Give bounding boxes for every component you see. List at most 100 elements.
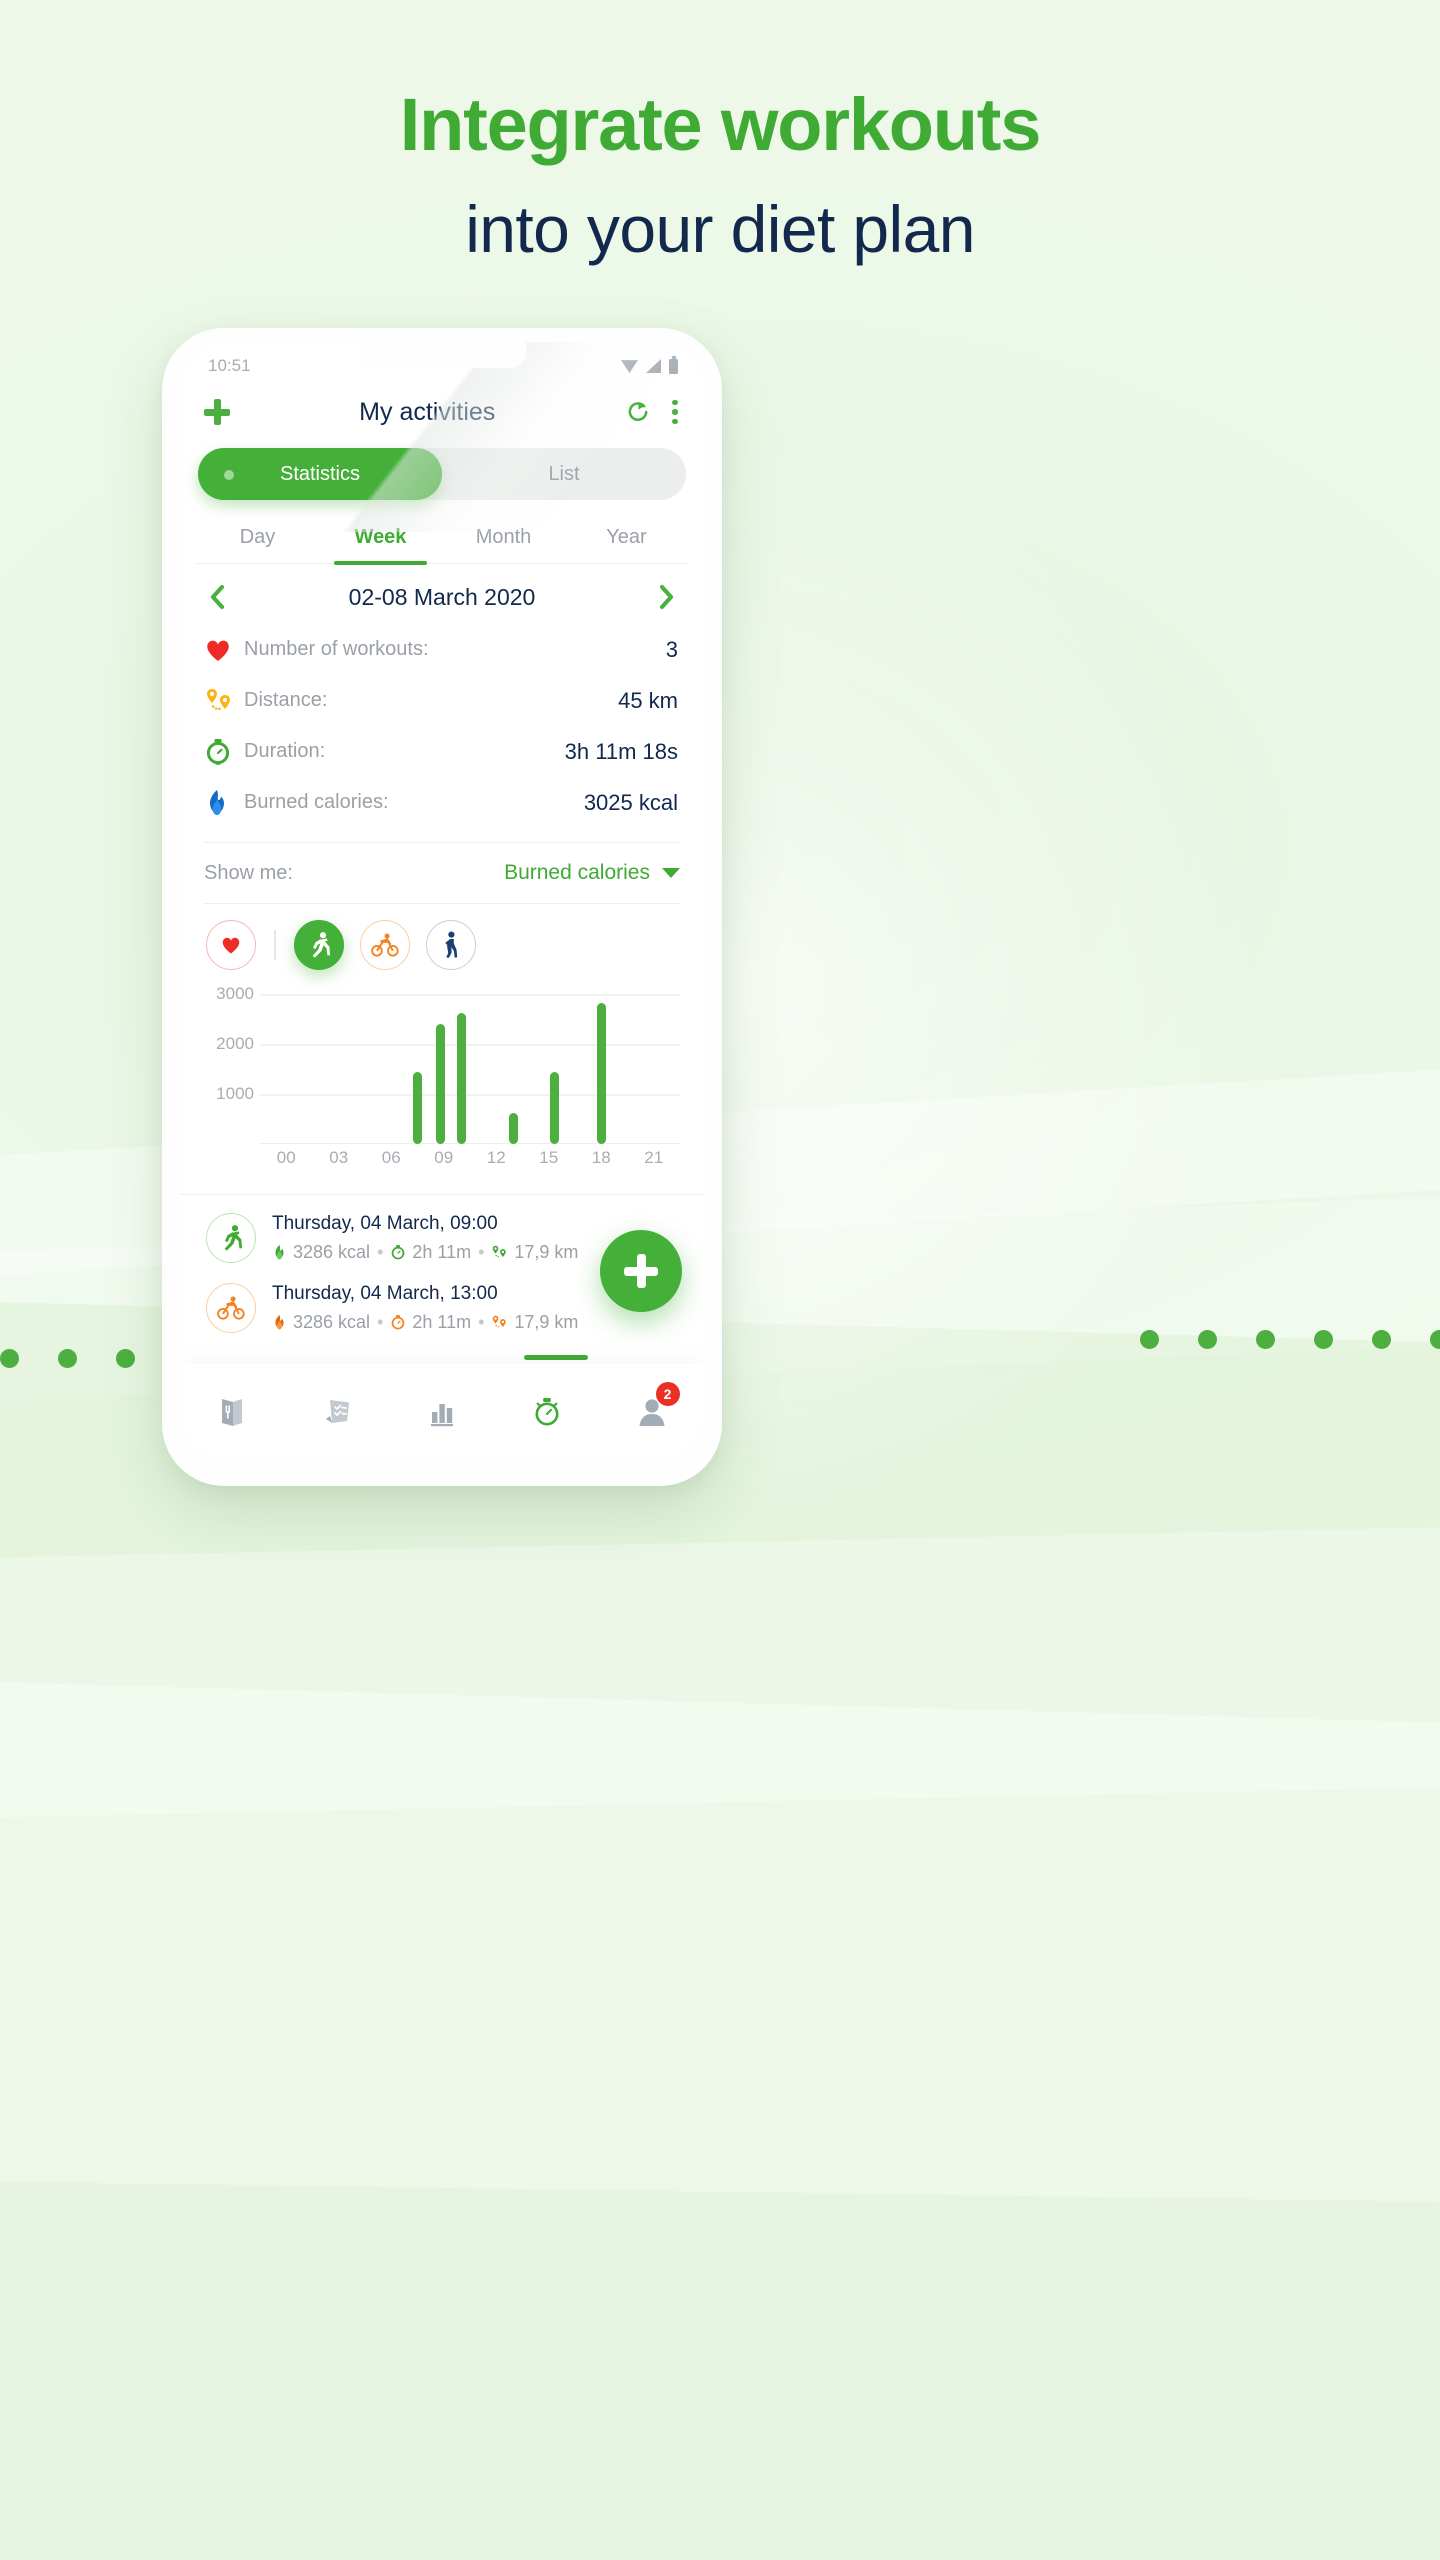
metric-distance: 17,9 km <box>491 1242 578 1263</box>
tab-statistics[interactable]: Statistics <box>198 448 442 500</box>
calories-value: 3286 kcal <box>293 1312 371 1332</box>
activity-title: Thursday, 04 March, 09:00 <box>272 1213 498 1234</box>
view-mode-segmented-control: Statistics List <box>198 448 686 500</box>
chart-x-tick-label: 00 <box>276 1148 296 1167</box>
route-pins-icon <box>493 1315 507 1328</box>
distance-value: 17,9 km <box>514 1312 579 1332</box>
running-icon <box>312 932 330 958</box>
tab-month[interactable]: Month <box>442 516 565 563</box>
add-activity-button[interactable] <box>204 399 230 425</box>
promo-headline: Integrate workouts into your diet plan <box>0 88 1440 263</box>
decorative-dot <box>1140 1330 1159 1349</box>
activity-icon-badge <box>206 1213 256 1263</box>
stopwatch-icon <box>204 738 244 766</box>
period-tabs: Day Week Month Year <box>196 516 688 565</box>
metric-dropdown[interactable]: Burned calories <box>504 861 680 885</box>
filter-cycling[interactable] <box>359 920 410 970</box>
date-range-label: 02-08 March 2020 <box>348 583 536 610</box>
profile-badge: 2 <box>655 1382 680 1406</box>
activity-icon-badge <box>206 1283 256 1333</box>
decorative-dot <box>1372 1330 1391 1349</box>
chart-bar <box>413 1071 422 1144</box>
decorative-dot <box>0 1349 19 1368</box>
phone-notch <box>358 342 526 368</box>
heart-icon <box>222 937 240 954</box>
refresh-icon[interactable] <box>624 398 652 426</box>
stat-label: Burned calories: <box>244 791 389 813</box>
app-bar-actions <box>624 398 678 426</box>
app-bar: My activities <box>180 382 704 442</box>
nav-menu-book[interactable] <box>202 1393 262 1431</box>
chevron-left-icon[interactable] <box>206 582 228 612</box>
duration-value: 2h 11m <box>412 1242 472 1262</box>
stat-row-duration: Duration: 3h 11m 18s <box>204 726 678 777</box>
add-activity-fab[interactable] <box>600 1230 682 1312</box>
distance-value: 17,9 km <box>514 1242 579 1262</box>
chart-bar <box>596 1002 606 1144</box>
stat-value: 45 km <box>618 687 678 713</box>
cycling-icon <box>217 1296 245 1320</box>
route-pins-icon <box>493 1245 507 1258</box>
chart-x-tick-label: 09 <box>434 1148 454 1167</box>
tab-day[interactable]: Day <box>196 516 319 563</box>
filter-heart[interactable] <box>206 920 256 970</box>
nav-checklist[interactable] <box>307 1393 367 1431</box>
stat-row-calories: Burned calories: 3025 kcal <box>204 777 678 828</box>
chart-x-tick-label: 12 <box>486 1148 506 1167</box>
chart-y-tick-label: 3000 <box>216 984 254 1003</box>
metric-distance: 17,9 km <box>491 1312 578 1333</box>
phone-mockup: 10:51 My activities Statistics List Day … <box>162 328 722 1486</box>
decorative-dot <box>58 1349 77 1368</box>
background-band <box>0 2180 1440 2560</box>
caret-down-icon <box>662 868 680 878</box>
metric-separator: • <box>478 1312 485 1332</box>
signal-icon <box>646 359 661 373</box>
battery-icon <box>669 356 678 374</box>
filter-walking[interactable] <box>425 920 476 970</box>
stat-label: Distance: <box>244 689 328 711</box>
metric-duration: 2h 11m <box>390 1242 471 1263</box>
stopwatch-icon <box>535 1398 559 1426</box>
tab-week[interactable]: Week <box>319 516 442 565</box>
stat-row-workouts: Number of workouts: 3 <box>204 624 678 675</box>
nav-statistics[interactable] <box>412 1393 472 1431</box>
chart-y-tick-label: 1000 <box>216 1084 254 1103</box>
tab-year[interactable]: Year <box>565 516 688 563</box>
chart-x-tick-label: 21 <box>644 1148 664 1167</box>
chart-x-tick-label: 06 <box>381 1148 401 1167</box>
duration-value: 2h 11m <box>412 1312 472 1332</box>
tab-list[interactable]: List <box>442 448 686 500</box>
flame-icon <box>204 789 244 817</box>
filter-running[interactable] <box>293 920 344 970</box>
metric-calories: 3286 kcal <box>272 1242 370 1263</box>
chart-baseline <box>260 1142 680 1144</box>
chart-x-tick-label: 03 <box>329 1148 349 1167</box>
wifi-icon <box>621 360 638 373</box>
chart-plot-area <box>260 984 680 1144</box>
chart-x-axis: 00 03 06 09 12 15 18 21 <box>260 1148 680 1178</box>
chevron-right-icon[interactable] <box>656 582 678 612</box>
chart-bar <box>509 1113 519 1144</box>
menu-book-icon <box>222 1399 243 1426</box>
running-icon <box>224 1225 242 1251</box>
nav-activities[interactable] <box>517 1393 577 1431</box>
segmented-indicator-dot <box>224 469 234 480</box>
route-pins-icon <box>204 687 244 715</box>
calories-bar-chart: 1000 2000 3000 00 03 06 09 12 15 18 21 <box>204 984 680 1184</box>
bar-chart-icon <box>430 1404 453 1427</box>
flame-icon <box>275 1245 284 1260</box>
chart-gridline <box>260 1094 680 1096</box>
status-time: 10:51 <box>208 356 251 375</box>
chart-y-axis: 1000 2000 3000 <box>204 984 260 1144</box>
nav-profile[interactable]: 2 <box>622 1382 682 1430</box>
heart-icon <box>204 637 244 663</box>
metric-dropdown-value: Burned calories <box>504 861 650 884</box>
scroll-progress-indicator <box>524 1355 588 1360</box>
cycling-icon <box>370 933 399 957</box>
kebab-menu-icon[interactable] <box>672 399 678 425</box>
decorative-dot <box>116 1349 135 1368</box>
stat-value: 3 <box>665 636 678 662</box>
phone-screen: 10:51 My activities Statistics List Day … <box>180 342 704 1460</box>
flame-icon <box>275 1315 284 1330</box>
date-range-nav: 02-08 March 2020 <box>180 564 704 622</box>
